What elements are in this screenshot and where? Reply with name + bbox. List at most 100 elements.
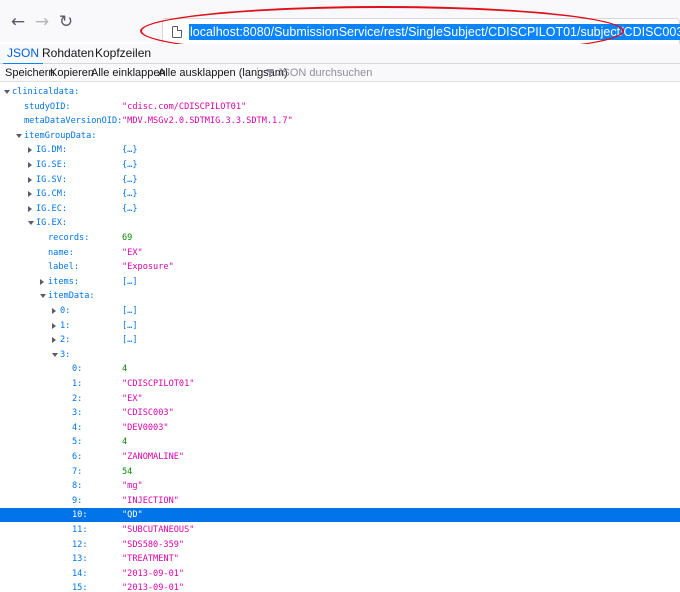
tree-key: 8: — [72, 481, 83, 491]
tree-row[interactable]: IG.CM: {…} — [0, 187, 680, 201]
browser-toolbar: ← → ↻ localhost:8080/SubmissionService/r… — [0, 0, 680, 56]
tree-key: clinicaldata: — [12, 87, 80, 97]
tree-key: IG.SE: — [36, 160, 68, 170]
tree-value: "CDISC003" — [122, 408, 174, 418]
tree-row[interactable]: 3: "CDISC003" — [0, 406, 680, 420]
tree-row[interactable]: 15: "2013-09-01" — [0, 581, 680, 592]
tree-key: 5: — [72, 437, 83, 447]
tree-row[interactable]: IG.DM: {…} — [0, 143, 680, 157]
tree-key: IG.DM: — [36, 145, 68, 155]
tree-row[interactable]: 0: […] — [0, 304, 680, 318]
tree-key: itemGroupData: — [24, 131, 97, 141]
tree-value: "CDISCPILOT01" — [122, 379, 195, 389]
expanded-arrow-icon[interactable] — [4, 90, 10, 94]
tree-row[interactable]: 9: "INJECTION" — [0, 494, 680, 508]
tree-row[interactable]: 10: "QD" — [0, 508, 680, 522]
save-button[interactable]: Speichern — [5, 66, 55, 80]
tree-key: 15: — [72, 583, 88, 592]
tree-key: 1: — [72, 379, 83, 389]
collapsed-arrow-icon[interactable] — [52, 323, 56, 329]
tree-row[interactable]: 8: "mg" — [0, 479, 680, 493]
tree-value: {…} — [122, 145, 138, 155]
tree-value: "ZANOMALINE" — [122, 452, 185, 462]
tree-row[interactable]: 14: "2013-09-01" — [0, 567, 680, 581]
tab-kopfzeilen[interactable]: Kopfzeilen — [95, 44, 151, 64]
forward-arrow-icon[interactable]: → — [31, 11, 53, 33]
tree-key: 11: — [72, 525, 88, 535]
tree-key: items: — [48, 277, 80, 287]
tree-key: IG.CM: — [36, 189, 68, 199]
collapsed-arrow-icon[interactable] — [28, 162, 32, 168]
tree-row[interactable]: 11: "SUBCUTANEOUS" — [0, 523, 680, 537]
tree-row[interactable]: 7: 54 — [0, 465, 680, 479]
tree-row[interactable]: 2: "EX" — [0, 392, 680, 406]
filter-icon — [266, 69, 274, 77]
expanded-arrow-icon[interactable] — [28, 221, 34, 225]
collapsed-arrow-icon[interactable] — [28, 177, 32, 183]
tree-key: 1: — [60, 321, 71, 331]
tree-row[interactable]: records: 69 — [0, 231, 680, 245]
tree-row[interactable]: 6: "ZANOMALINE" — [0, 450, 680, 464]
tree-key: 2: — [60, 335, 71, 345]
tree-row[interactable]: 1: "CDISCPILOT01" — [0, 377, 680, 391]
tree-row[interactable]: label: "Exposure" — [0, 260, 680, 274]
collapsed-arrow-icon[interactable] — [28, 147, 32, 153]
tree-value: "cdisc.com/CDISCPILOT01" — [122, 102, 247, 112]
tree-value: "mg" — [122, 481, 143, 491]
expanded-arrow-icon[interactable] — [52, 353, 58, 357]
collapsed-arrow-icon[interactable] — [28, 191, 32, 197]
tree-key: metaDataVersionOID: — [24, 116, 123, 126]
tree-row[interactable]: 2: […] — [0, 333, 680, 347]
collapsed-arrow-icon[interactable] — [28, 206, 32, 212]
tab-json[interactable]: JSON — [2, 44, 44, 65]
tree-value: […] — [122, 335, 138, 345]
tree-key: itemData: — [48, 291, 95, 301]
tree-value: […] — [122, 277, 138, 287]
tree-key: 7: — [72, 467, 83, 477]
tree-row[interactable]: 0: 4 — [0, 362, 680, 376]
tree-row[interactable]: IG.EX: — [0, 216, 680, 230]
tree-row[interactable]: IG.EC: {…} — [0, 202, 680, 216]
tree-row[interactable]: 1: […] — [0, 319, 680, 333]
json-toolbar: Speichern Kopieren Alle einklappen Alle … — [0, 64, 680, 82]
expand-all-button[interactable]: Alle einklappen — [91, 66, 166, 80]
tree-row[interactable]: studyOID: "cdisc.com/CDISCPILOT01" — [0, 100, 680, 114]
tab-rohdaten[interactable]: Rohdaten — [42, 44, 94, 64]
tree-row[interactable]: 4: "DEV0003" — [0, 421, 680, 435]
tree-row[interactable]: 3: — [0, 348, 680, 362]
tree-key: IG.EC: — [36, 204, 68, 214]
collapsed-arrow-icon[interactable] — [40, 279, 44, 285]
tree-value: "DEV0003" — [122, 423, 169, 433]
tree-key: 14: — [72, 569, 88, 579]
tree-value: {…} — [122, 204, 138, 214]
address-bar[interactable]: localhost:8080/SubmissionService/rest/Si… — [162, 18, 680, 46]
tree-row[interactable]: itemGroupData: — [0, 129, 680, 143]
tree-row[interactable]: 5: 4 — [0, 435, 680, 449]
expanded-arrow-icon[interactable] — [40, 294, 46, 298]
tree-value: "MDV.MSGv2.0.SDTMIG.3.3.SDTM.1.7" — [122, 116, 293, 126]
tree-value: "SUBCUTANEOUS" — [122, 525, 195, 535]
expanded-arrow-icon[interactable] — [16, 134, 22, 138]
filter-json-input[interactable]: JSON durchsuchen — [277, 66, 372, 80]
collapsed-arrow-icon[interactable] — [52, 308, 56, 314]
tree-row[interactable]: clinicaldata: — [0, 85, 680, 99]
tree-key: records: — [48, 233, 90, 243]
tree-key: 10: — [72, 510, 88, 520]
tree-row[interactable]: 12: "SDS580-359" — [0, 538, 680, 552]
url-text[interactable]: localhost:8080/SubmissionService/rest/Si… — [189, 24, 680, 40]
copy-button[interactable]: Kopieren — [50, 66, 94, 80]
tree-row[interactable]: name: "EX" — [0, 246, 680, 260]
reload-icon[interactable]: ↻ — [55, 11, 77, 33]
tree-row[interactable]: IG.SE: {…} — [0, 158, 680, 172]
json-viewer-tabs: JSON Rohdaten Kopfzeilen — [0, 44, 680, 65]
tree-row[interactable]: IG.SV: {…} — [0, 173, 680, 187]
tree-key: 0: — [60, 306, 71, 316]
tree-key: 3: — [72, 408, 83, 418]
back-arrow-icon[interactable]: ← — [7, 11, 29, 33]
tree-row[interactable]: 13: "TREATMENT" — [0, 552, 680, 566]
tree-row[interactable]: items: […] — [0, 275, 680, 289]
tree-row[interactable]: itemData: — [0, 289, 680, 303]
tree-row[interactable]: metaDataVersionOID: "MDV.MSGv2.0.SDTMIG.3… — [0, 114, 680, 128]
collapsed-arrow-icon[interactable] — [52, 337, 56, 343]
tree-key: 0: — [72, 364, 83, 374]
